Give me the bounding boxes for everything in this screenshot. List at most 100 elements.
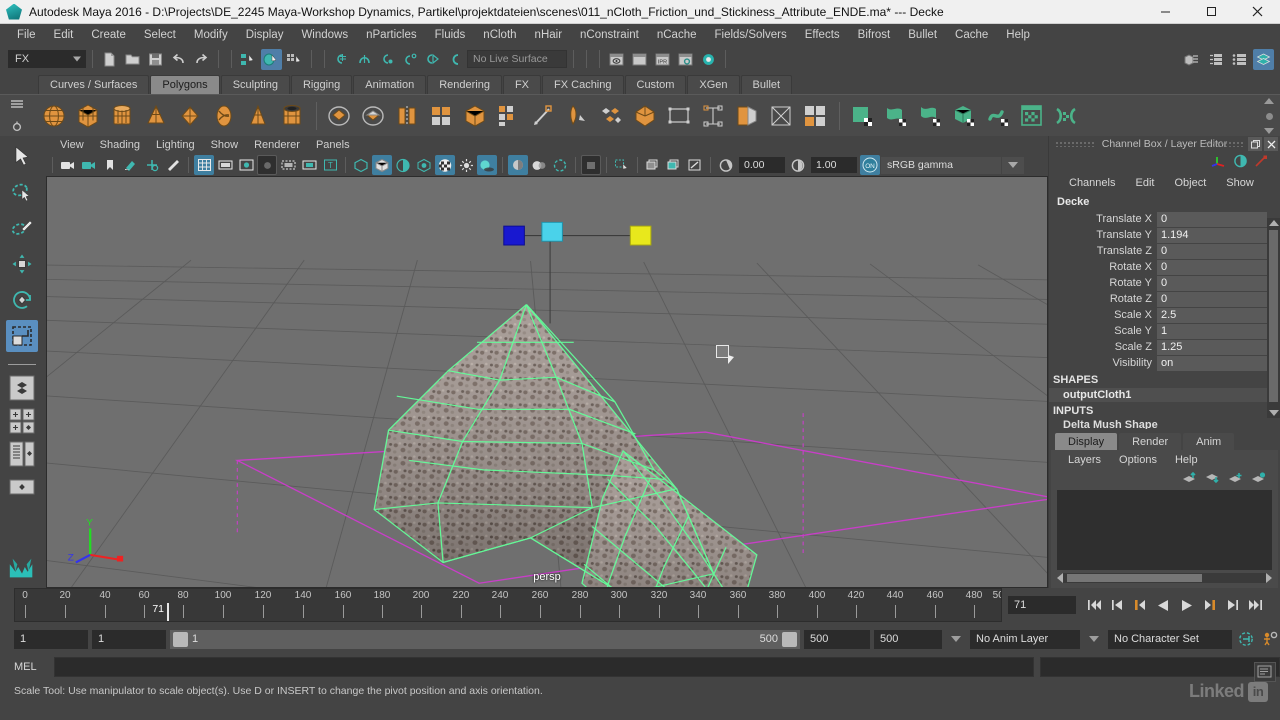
four-view-layout[interactable] <box>7 406 37 436</box>
viewport-menu-lighting[interactable]: Lighting <box>148 139 203 151</box>
multisample-icon[interactable] <box>550 155 570 175</box>
anim-layer-field[interactable]: No Anim Layer <box>970 629 1080 649</box>
menu-nparticles[interactable]: nParticles <box>357 24 426 46</box>
channel-box-menu-channels[interactable]: Channels <box>1059 177 1125 189</box>
wedge-icon[interactable] <box>595 100 627 132</box>
xray-joints-icon[interactable] <box>643 155 663 175</box>
uv-unfold-icon[interactable] <box>846 100 878 132</box>
shaded-wireframe-icon[interactable] <box>414 155 434 175</box>
cylindrical-mapping-icon[interactable] <box>731 100 763 132</box>
isolate-select-icon[interactable] <box>581 155 601 175</box>
scrollbar-thumb[interactable] <box>1067 574 1202 582</box>
combine-icon[interactable] <box>323 100 355 132</box>
gamma-icon[interactable] <box>788 155 808 175</box>
bevel-icon[interactable] <box>459 100 491 132</box>
scroll-up-icon[interactable] <box>1269 220 1279 226</box>
shelf-tab-curves-surfaces[interactable]: Curves / Surfaces <box>38 75 150 94</box>
select-by-hierarchy-icon[interactable] <box>238 49 259 70</box>
channel-row-rotate-z[interactable]: Rotate Z 0 <box>1049 291 1267 307</box>
command-input[interactable] <box>54 657 1034 677</box>
bridge-icon[interactable] <box>527 100 559 132</box>
scroll-right-icon[interactable] <box>1266 573 1272 583</box>
viewport-menu-panels[interactable]: Panels <box>308 139 358 151</box>
channel-row-translate-z[interactable]: Translate Z 0 <box>1049 243 1267 259</box>
viewport-screenshot-icon[interactable] <box>685 155 705 175</box>
menu-set-selector[interactable]: FX <box>8 50 86 68</box>
shelf-tab-custom[interactable]: Custom <box>624 75 687 94</box>
menu-help[interactable]: Help <box>997 24 1039 46</box>
step-back-frame-icon[interactable] <box>1130 596 1150 614</box>
viewport-menu-show[interactable]: Show <box>203 139 247 151</box>
shelf-tab-rendering[interactable]: Rendering <box>427 75 502 94</box>
channel-box-menu-show[interactable]: Show <box>1216 177 1264 189</box>
wireframe-icon[interactable] <box>351 155 371 175</box>
command-result-field[interactable] <box>1040 657 1280 677</box>
channel-row-scale-x[interactable]: Scale X 2.5 <box>1049 307 1267 323</box>
spherical-mapping-icon[interactable] <box>765 100 797 132</box>
current-time-marker[interactable] <box>167 603 169 621</box>
scroll-down-icon[interactable] <box>1264 128 1274 134</box>
layer-tab-render[interactable]: Render <box>1119 433 1182 450</box>
uv-cube-icon[interactable] <box>948 100 980 132</box>
channel-value[interactable]: 0 <box>1157 291 1267 307</box>
smooth-shade-icon[interactable] <box>372 155 392 175</box>
move-layer-down-icon[interactable] <box>1205 472 1220 487</box>
use-default-lighting-icon[interactable] <box>456 155 476 175</box>
move-layer-up-icon[interactable] <box>1182 471 1197 487</box>
render-current-frame-icon[interactable] <box>606 49 627 70</box>
animation-preferences-icon[interactable] <box>1260 630 1280 648</box>
scrollbar-track[interactable] <box>1063 573 1266 583</box>
live-surface-field[interactable]: No Live Surface <box>467 50 567 68</box>
menu-effects[interactable]: Effects <box>796 24 849 46</box>
menu-ncache[interactable]: nCache <box>648 24 706 46</box>
play-forwards-icon[interactable] <box>1176 596 1196 614</box>
show-hide-modeling-toolkit-icon[interactable] <box>1181 49 1202 70</box>
animation-start-time-field[interactable]: 1 <box>14 629 88 649</box>
perspective-viewport[interactable]: Y Z persp <box>46 176 1048 588</box>
manipulator-axis-icon[interactable] <box>1211 154 1227 171</box>
outliner-persp-layout[interactable] <box>7 439 37 469</box>
step-back-keyframe-icon[interactable] <box>1107 596 1127 614</box>
range-slider-left-handle[interactable] <box>173 631 188 647</box>
scroll-handle-icon[interactable] <box>1265 112 1273 120</box>
render-settings-icon[interactable] <box>675 49 696 70</box>
channel-row-visibility[interactable]: Visibility on <box>1049 355 1267 371</box>
animation-end-time-field[interactable]: 500 <box>874 629 942 649</box>
render-sequence-icon[interactable] <box>629 49 650 70</box>
channel-box-inputs-item[interactable]: Delta Mush Shape <box>1049 419 1280 429</box>
flat-shade-icon[interactable] <box>393 155 413 175</box>
shelf-tab-xgen[interactable]: XGen <box>687 75 740 94</box>
undock-panel-button[interactable] <box>1248 137 1262 151</box>
shelf-tab-fx[interactable]: FX <box>502 75 542 94</box>
film-origin-icon[interactable] <box>278 155 298 175</box>
booleans-icon[interactable] <box>357 100 389 132</box>
polygon-plane-icon[interactable] <box>174 100 206 132</box>
scroll-down-icon[interactable] <box>1269 410 1279 416</box>
layer-menu-help[interactable]: Help <box>1166 454 1207 466</box>
menu-create[interactable]: Create <box>82 24 135 46</box>
textured-icon[interactable] <box>435 155 455 175</box>
range-end-time-field[interactable]: 500 <box>804 629 870 649</box>
layer-menu-options[interactable]: Options <box>1110 454 1166 466</box>
gate-mask-icon[interactable] <box>257 155 277 175</box>
current-frame-field[interactable]: 71 <box>1008 596 1076 614</box>
extrude-icon[interactable] <box>425 100 457 132</box>
shelf-tab-polygons[interactable]: Polygons <box>150 75 220 94</box>
channel-value[interactable]: 0 <box>1157 275 1267 291</box>
menu-fluids[interactable]: Fluids <box>426 24 475 46</box>
append-polygon-icon[interactable] <box>561 100 593 132</box>
drag-handle-right[interactable] <box>1204 141 1244 147</box>
viewport-menu-view[interactable]: View <box>52 139 92 151</box>
show-hide-tool-settings-icon[interactable] <box>1229 49 1250 70</box>
snap-to-view-planes-icon[interactable] <box>423 49 444 70</box>
shadows-icon[interactable] <box>477 155 497 175</box>
channel-value[interactable]: 1 <box>1157 323 1267 339</box>
channel-value[interactable]: 1.194 <box>1157 227 1267 243</box>
show-hide-attribute-editor-icon[interactable] <box>1205 49 1226 70</box>
snap-to-grid-icon[interactable] <box>331 49 352 70</box>
menu-nhair[interactable]: nHair <box>526 24 571 46</box>
minimize-button[interactable] <box>1142 0 1188 24</box>
two-d-pan-zoom-icon[interactable] <box>142 155 162 175</box>
image-plane-icon[interactable] <box>121 155 141 175</box>
redo-icon[interactable] <box>191 49 212 70</box>
